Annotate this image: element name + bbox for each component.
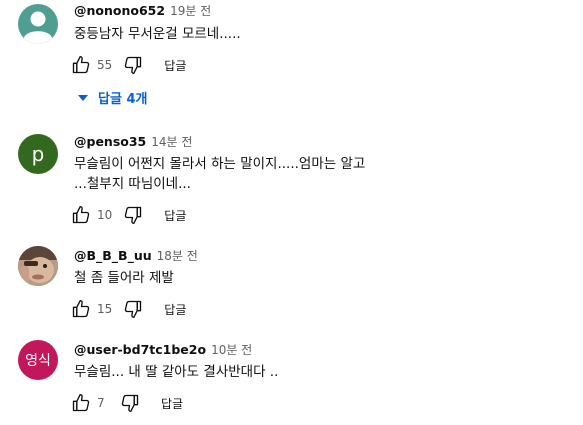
view-replies-button[interactable]: 답글 4개 xyxy=(78,88,147,107)
reply-button[interactable]: 답글 xyxy=(164,301,186,318)
like-count: 7 xyxy=(97,396,105,410)
comment-time[interactable]: 14분 전 xyxy=(151,135,192,149)
like-button[interactable] xyxy=(70,204,92,226)
comment-time[interactable]: 10분 전 xyxy=(211,343,252,357)
comment-text-line: ...철부지 따님이네... xyxy=(74,176,191,192)
avatar-letter: 영식 xyxy=(25,353,51,369)
comment-text: 무슬림이 어쩐지 몰라서 하는 말이지.....엄마는 알고 ...철부지 따님… xyxy=(74,154,365,194)
avatar[interactable] xyxy=(18,4,58,44)
comment-author[interactable]: @user-bd7tc1be2o xyxy=(74,342,206,357)
comment-2: p @penso35 14분 전 무슬림이 어쩐지 몰라서 하는 말이지.....… xyxy=(0,130,583,230)
comment-text-line: 무슬림이 어쩐지 몰라서 하는 말이지.....엄마는 알고 xyxy=(74,156,366,172)
dislike-button[interactable] xyxy=(122,54,144,76)
thumbs-up-icon xyxy=(72,394,90,412)
dislike-button[interactable] xyxy=(119,392,141,414)
avatar[interactable] xyxy=(18,246,58,286)
like-button[interactable] xyxy=(70,392,92,414)
like-count: 10 xyxy=(97,208,113,222)
comment-text: 철 좀 들어라 제발 xyxy=(74,268,174,288)
comment-author[interactable]: @B_B_B_uu xyxy=(74,248,152,263)
comment-text-line: 무슬림... 내 딸 같아도 결사반대다 .. xyxy=(74,364,279,380)
dislike-button[interactable] xyxy=(122,204,144,226)
avatar-letter: p xyxy=(31,142,45,166)
like-button[interactable] xyxy=(70,54,92,76)
comment-author[interactable]: @penso35 xyxy=(74,134,146,149)
thumbs-up-icon xyxy=(72,56,90,74)
reply-button[interactable]: 답글 xyxy=(164,207,186,224)
caret-down-icon xyxy=(78,94,88,101)
comment-3: @B_B_B_uu 18분 전 철 좀 들어라 제발 15 답글 xyxy=(0,244,583,324)
dislike-button[interactable] xyxy=(122,298,144,320)
comment-text-line: 철 좀 들어라 제발 xyxy=(74,270,174,286)
comment-4: 영식 @user-bd7tc1be2o 10분 전 무슬림... 내 딸 같아도 … xyxy=(0,338,583,425)
like-count: 15 xyxy=(97,302,113,316)
comment-text: 중등남자 무서운걸 모르네..... xyxy=(74,24,241,44)
comment-text-line: 중등남자 무서운걸 모르네..... xyxy=(74,26,241,42)
reply-button[interactable]: 답글 xyxy=(161,395,183,412)
avatar[interactable]: 영식 xyxy=(18,340,58,380)
like-count: 55 xyxy=(97,58,113,72)
user-photo-icon xyxy=(18,246,58,286)
comment-time[interactable]: 18분 전 xyxy=(157,249,198,263)
comment-1: @nonono652 19분 전 중등남자 무서운걸 모르네..... 55 답글… xyxy=(0,0,583,112)
default-avatar-icon xyxy=(24,11,52,44)
thumbs-up-icon xyxy=(72,300,90,318)
like-button[interactable] xyxy=(70,298,92,320)
comment-author[interactable]: @nonono652 xyxy=(74,3,165,18)
view-replies-label: 답글 4개 xyxy=(98,92,148,107)
thumbs-down-icon xyxy=(125,206,142,224)
reply-button[interactable]: 답글 xyxy=(164,57,186,74)
comment-time[interactable]: 19분 전 xyxy=(170,4,211,18)
comment-text: 무슬림... 내 딸 같아도 결사반대다 .. xyxy=(74,362,278,382)
thumbs-down-icon xyxy=(125,300,142,318)
thumbs-down-icon xyxy=(121,394,139,412)
thumbs-down-icon xyxy=(125,56,142,74)
thumbs-up-icon xyxy=(72,206,90,224)
avatar[interactable]: p xyxy=(18,134,58,174)
